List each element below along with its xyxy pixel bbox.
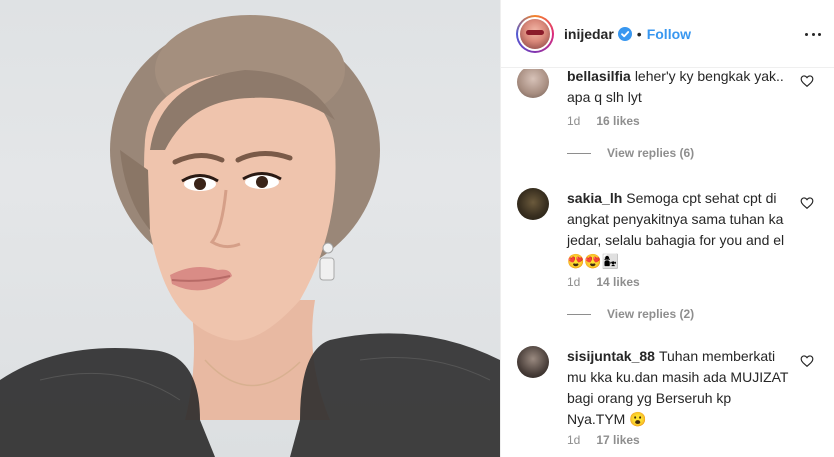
avatar-image	[520, 18, 550, 49]
replies-divider	[567, 313, 591, 315]
commenter-avatar[interactable]	[517, 346, 549, 378]
comment-time[interactable]: 1d	[567, 433, 580, 447]
view-replies-button[interactable]: View replies (2)	[567, 307, 694, 321]
author-avatar[interactable]	[516, 14, 554, 53]
comment-time[interactable]: 1d	[567, 114, 580, 128]
author-username[interactable]: inijedar	[564, 26, 614, 42]
like-heart-icon[interactable]	[800, 74, 814, 88]
view-replies-label: View replies (6)	[607, 146, 695, 160]
comment-meta: 1d 14 likes	[567, 275, 640, 289]
like-heart-icon[interactable]	[800, 354, 814, 368]
commenter-avatar[interactable]	[517, 188, 549, 220]
more-dot	[818, 32, 821, 36]
comment-time[interactable]: 1d	[567, 275, 580, 289]
comment-meta: 1d 16 likes	[567, 114, 640, 128]
portrait-illustration	[0, 15, 500, 457]
more-dot	[805, 32, 808, 36]
avatar-border	[518, 16, 552, 51]
post-header: inijedar • Follow	[501, 0, 834, 68]
like-heart-icon[interactable]	[800, 196, 814, 210]
more-options-icon[interactable]	[805, 26, 821, 42]
view-replies-button[interactable]: View replies (6)	[567, 146, 694, 160]
comment-username[interactable]: sisijuntak_88	[567, 348, 655, 364]
more-dot	[811, 32, 815, 36]
commenter-avatar[interactable]	[517, 69, 549, 98]
comment-likes[interactable]: 14 likes	[596, 275, 639, 289]
post-photo[interactable]	[0, 0, 500, 457]
comment-meta: 1d 17 likes	[567, 433, 640, 447]
view-replies-label: View replies (2)	[607, 307, 695, 321]
follow-button[interactable]: Follow	[647, 26, 691, 42]
comments-list[interactable]: bellasilfia leher'y ky bengkak yak.. apa …	[501, 69, 834, 457]
verified-badge-icon	[617, 26, 632, 41]
post-side-panel: inijedar • Follow bellasilfia leher'y ky …	[500, 0, 834, 457]
header-separator: •	[636, 25, 642, 42]
comment-username[interactable]: bellasilfia	[567, 69, 631, 84]
comment-likes[interactable]: 16 likes	[596, 114, 639, 128]
comment-body: bellasilfia leher'y ky bengkak yak.. apa …	[567, 69, 792, 108]
replies-divider	[567, 152, 591, 154]
comment-username[interactable]: sakia_lh	[567, 190, 622, 206]
comment-likes[interactable]: 17 likes	[596, 433, 639, 447]
comment-body: sakia_lh Semoga cpt sehat cpt di angkat p…	[567, 188, 792, 272]
comment-body: sisijuntak_88 Tuhan memberkati mu kka ku.…	[567, 346, 792, 430]
